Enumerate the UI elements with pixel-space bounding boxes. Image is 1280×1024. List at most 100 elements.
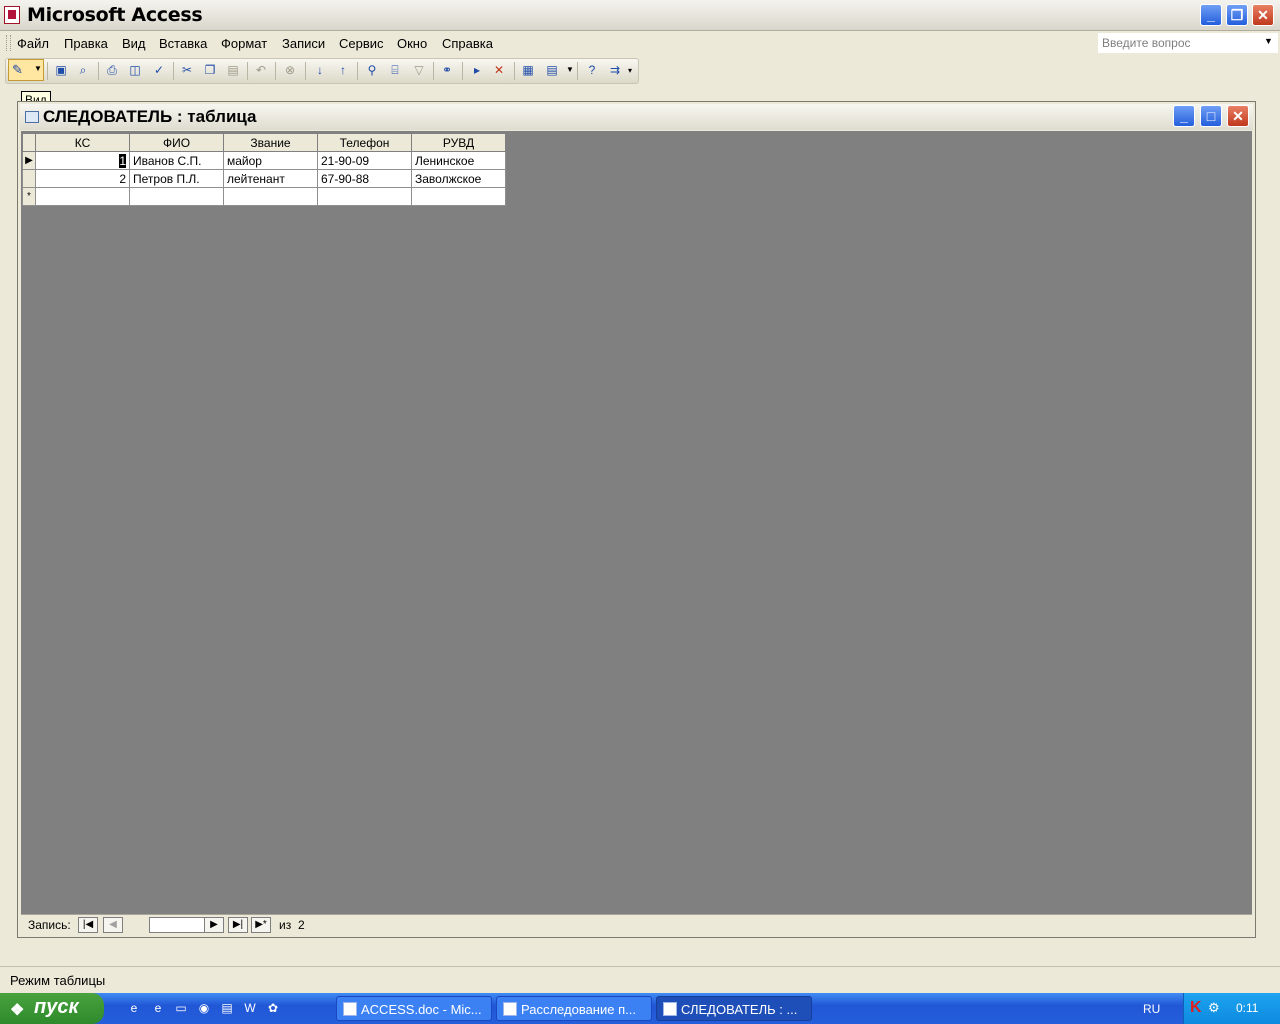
next-record-button[interactable]: ▶: [204, 917, 224, 933]
cell-ruvd[interactable]: [411, 187, 506, 206]
cell-ks[interactable]: 1: [35, 151, 130, 170]
column-header-zvanie[interactable]: Звание: [223, 133, 318, 152]
quicklaunch-notepad-icon[interactable]: ▤: [218, 999, 236, 1017]
spelling-icon[interactable]: ✓: [150, 61, 168, 79]
quicklaunch-media-icon[interactable]: ◉: [195, 999, 213, 1017]
cell-fio[interactable]: Петров П.Л.: [129, 169, 224, 188]
select-all-corner[interactable]: [22, 133, 36, 152]
cell-telefon[interactable]: 21-90-09: [317, 151, 412, 170]
quicklaunch-desktop-icon[interactable]: ▭: [172, 999, 190, 1017]
find-icon[interactable]: ⚭: [438, 61, 456, 79]
cell-zvanie[interactable]: [223, 187, 318, 206]
last-record-button[interactable]: ▶|: [228, 917, 248, 933]
cell-zvanie[interactable]: майор: [223, 151, 318, 170]
menu-format[interactable]: Формат: [221, 36, 267, 51]
cell-ruvd[interactable]: Заволжское: [411, 169, 506, 188]
column-header-ks[interactable]: КС: [35, 133, 130, 152]
column-header-fio[interactable]: ФИО: [129, 133, 224, 152]
toolbar-separator: [98, 62, 99, 80]
menu-help[interactable]: Справка: [442, 36, 493, 51]
help-icon[interactable]: ?: [583, 61, 601, 79]
menu-file[interactable]: Файл: [17, 36, 49, 51]
cell-ks[interactable]: [35, 187, 130, 206]
quicklaunch-ie-icon[interactable]: e: [125, 999, 143, 1017]
first-record-button[interactable]: |◀: [78, 917, 98, 933]
quicklaunch-browser-icon[interactable]: e: [149, 999, 167, 1017]
undo-icon[interactable]: ↶: [252, 61, 270, 79]
database-window-icon[interactable]: ▦: [519, 61, 537, 79]
taskbar-button-sledovatel[interactable]: СЛЕДОВАТЕЛЬ : ...: [656, 996, 812, 1021]
delete-record-icon[interactable]: ✕: [490, 61, 508, 79]
close-button[interactable]: ✕: [1252, 4, 1274, 26]
print-icon[interactable]: ⎙: [103, 61, 121, 79]
data-table: КС ФИО Звание Телефон РУВД ▶ 1 Иванов С.…: [22, 133, 506, 206]
column-header-ruvd[interactable]: РУВД: [411, 133, 506, 152]
toolbar-separator: [47, 62, 48, 80]
cell-telefon[interactable]: 67-90-88: [317, 169, 412, 188]
new-record-nav-button[interactable]: ▶*: [251, 917, 271, 933]
sort-ascending-icon[interactable]: ↓: [311, 61, 329, 79]
restore-button[interactable]: ❐: [1226, 4, 1248, 26]
child-maximize-button[interactable]: □: [1200, 105, 1222, 127]
paste-icon[interactable]: ▤: [224, 61, 242, 79]
access-app-icon[interactable]: [4, 6, 20, 24]
taskbar-button-rassledovanie[interactable]: Расследование п...: [496, 996, 652, 1021]
header-row: КС ФИО Звание Телефон РУВД: [22, 133, 506, 152]
toolbar-options-icon[interactable]: ▾: [628, 66, 632, 75]
start-button[interactable]: ❖ пуск: [0, 993, 104, 1024]
new-record-row[interactable]: *: [22, 187, 506, 206]
menu-window[interactable]: Окно: [397, 36, 427, 51]
taskbar-button-word-doc[interactable]: ACCESS.doc - Mic...: [336, 996, 492, 1021]
copy-icon[interactable]: ❐: [201, 61, 219, 79]
toolbar-separator: [433, 62, 434, 80]
cell-telefon[interactable]: [317, 187, 412, 206]
language-indicator[interactable]: RU: [1143, 1002, 1160, 1016]
table-row[interactable]: ▶ 1 Иванов С.П. майор 21-90-09 Ленинское: [22, 151, 506, 170]
minimize-button[interactable]: _: [1200, 4, 1222, 26]
menu-tools[interactable]: Сервис: [339, 36, 384, 51]
quicklaunch-word-icon[interactable]: W: [241, 999, 259, 1017]
column-header-telefon[interactable]: Телефон: [317, 133, 412, 152]
relationships-icon[interactable]: ⇉: [606, 61, 624, 79]
ask-dropdown-icon[interactable]: ▼: [1264, 36, 1273, 46]
cut-icon[interactable]: ✂: [178, 61, 196, 79]
menu-records[interactable]: Записи: [282, 36, 325, 51]
print-preview-icon[interactable]: ◫: [126, 61, 144, 79]
menu-view[interactable]: Вид: [122, 36, 146, 51]
new-object-icon[interactable]: ▤: [543, 61, 561, 79]
row-selector[interactable]: [22, 169, 36, 188]
view-button[interactable]: ✎ ▼: [8, 59, 44, 81]
search-file-icon[interactable]: ⌕: [74, 61, 92, 79]
table-row[interactable]: 2 Петров П.Л. лейтенант 67-90-88 Заволжс…: [22, 169, 506, 188]
child-close-button[interactable]: ✕: [1227, 105, 1249, 127]
tray-app-icon[interactable]: ⚙: [1208, 1000, 1220, 1016]
cell-ruvd[interactable]: Ленинское: [411, 151, 506, 170]
cell-zvanie[interactable]: лейтенант: [223, 169, 318, 188]
row-selector-current-icon[interactable]: ▶: [22, 151, 36, 170]
filter-by-selection-icon[interactable]: ⚲: [363, 61, 381, 79]
datasheet-area[interactable]: [21, 131, 1252, 914]
new-record-icon[interactable]: ▸: [468, 61, 486, 79]
save-icon[interactable]: ▣: [52, 61, 70, 79]
child-minimize-button[interactable]: _: [1173, 105, 1195, 127]
kaspersky-icon[interactable]: K: [1190, 999, 1202, 1017]
cell-fio[interactable]: [129, 187, 224, 206]
clock[interactable]: 0:11: [1236, 1001, 1258, 1015]
hyperlink-icon[interactable]: ⊗: [281, 61, 299, 79]
new-record-marker-icon[interactable]: *: [22, 187, 36, 206]
ask-question-input[interactable]: Введите вопрос: [1098, 33, 1278, 53]
menu-insert[interactable]: Вставка: [159, 36, 207, 51]
apply-filter-icon[interactable]: ▽: [410, 61, 428, 79]
cell-fio[interactable]: Иванов С.П.: [129, 151, 224, 170]
quicklaunch-app-icon[interactable]: ✿: [264, 999, 282, 1017]
filter-by-form-icon[interactable]: ⌸: [386, 61, 404, 79]
word-doc-icon: [343, 1002, 357, 1016]
cell-ks[interactable]: 2: [35, 169, 130, 188]
table-icon[interactable]: [25, 111, 39, 123]
sort-descending-icon[interactable]: ↑: [334, 61, 352, 79]
menu-edit[interactable]: Правка: [64, 36, 108, 51]
previous-record-button[interactable]: ◀: [103, 917, 123, 933]
toolbar-separator: [357, 62, 358, 80]
toolbar-separator: [247, 62, 248, 80]
menu-grip[interactable]: [6, 35, 11, 51]
